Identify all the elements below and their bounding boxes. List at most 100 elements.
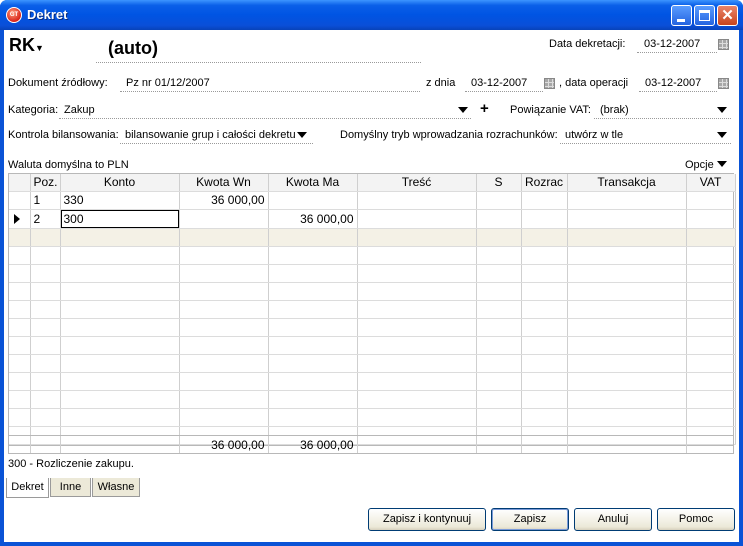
vat-cell[interactable] bbox=[686, 209, 736, 229]
tab-dekret[interactable]: Dekret bbox=[6, 478, 49, 498]
operation-date-line bbox=[639, 91, 717, 92]
total-ma: 36 000,00 bbox=[268, 436, 358, 453]
column-header[interactable]: S bbox=[476, 174, 522, 192]
poz-cell[interactable]: 1 bbox=[30, 191, 61, 210]
vat-select[interactable]: (brak) bbox=[600, 104, 629, 116]
date-field[interactable]: 03-12-2007 bbox=[644, 38, 700, 50]
title-bar[interactable]: GT Dekret ✕ bbox=[0, 0, 743, 30]
close-button[interactable]: ✕ bbox=[717, 5, 738, 26]
help-button[interactable]: Pomoc bbox=[657, 508, 735, 531]
balance-label: Kontrola bilansowania: bbox=[8, 129, 119, 141]
options-menu[interactable]: Opcje bbox=[685, 159, 727, 171]
table-row[interactable] bbox=[9, 408, 736, 427]
table-row[interactable] bbox=[9, 336, 736, 355]
tab-wlasne[interactable]: Własne bbox=[92, 478, 140, 497]
ma-cell[interactable]: 36 000,00 bbox=[268, 209, 358, 229]
rozrac-cell[interactable] bbox=[521, 209, 568, 229]
operation-date-label: , data operacji bbox=[559, 77, 629, 89]
table-row[interactable]: 1 330 36 000,00 bbox=[9, 191, 736, 210]
close-icon: ✕ bbox=[721, 7, 734, 24]
source-doc-line bbox=[120, 91, 420, 92]
document-number: (auto) bbox=[108, 38, 158, 58]
tresc-cell[interactable] bbox=[357, 209, 477, 229]
table-row[interactable] bbox=[9, 228, 736, 247]
calendar-icon[interactable] bbox=[718, 39, 729, 50]
status-text: 300 - Rozliczenie zakupu. bbox=[8, 458, 134, 470]
source-doc-label: Dokument źródłowy: bbox=[8, 77, 108, 89]
ma-cell[interactable] bbox=[268, 191, 358, 210]
from-date-label: z dnia bbox=[426, 77, 456, 89]
chevron-down-icon[interactable] bbox=[717, 132, 727, 138]
konto-cell[interactable]: 330 bbox=[60, 191, 180, 210]
journal-selector[interactable]: RK▼ bbox=[9, 35, 44, 56]
cancel-button[interactable]: Anuluj bbox=[574, 508, 652, 531]
table-row[interactable] bbox=[9, 354, 736, 373]
minimize-button[interactable] bbox=[671, 5, 692, 26]
source-doc-field[interactable]: Pz nr 01/12/2007 bbox=[126, 77, 210, 89]
transakcja-cell[interactable] bbox=[567, 191, 687, 210]
save-continue-button[interactable]: Zapisz i kontynuuj bbox=[368, 508, 486, 531]
tresc-cell[interactable] bbox=[357, 191, 477, 210]
journal-code: RK bbox=[9, 35, 35, 55]
konto-editor[interactable]: 300 bbox=[60, 209, 178, 227]
vat-cell[interactable] bbox=[686, 191, 736, 210]
column-header[interactable]: VAT bbox=[686, 174, 736, 192]
operation-date-field[interactable]: 03-12-2007 bbox=[645, 77, 701, 89]
wn-cell[interactable] bbox=[179, 209, 269, 229]
column-header[interactable]: Kwota Wn bbox=[179, 174, 269, 192]
wn-cell[interactable]: 36 000,00 bbox=[179, 191, 269, 210]
s-cell[interactable] bbox=[476, 209, 522, 229]
settle-mode-select[interactable]: utwórz w tle bbox=[565, 129, 623, 141]
calendar-icon[interactable] bbox=[544, 78, 555, 89]
calendar-icon[interactable] bbox=[718, 78, 729, 89]
row-indicator bbox=[9, 191, 31, 210]
column-header[interactable]: Kwota Ma bbox=[268, 174, 358, 192]
balance-line bbox=[120, 143, 313, 144]
column-header[interactable]: Konto bbox=[60, 174, 180, 192]
options-label: Opcje bbox=[685, 159, 714, 171]
chevron-down-icon: ▼ bbox=[35, 43, 44, 53]
table-row[interactable] bbox=[9, 246, 736, 265]
save-button[interactable]: Zapisz bbox=[491, 508, 569, 531]
category-line bbox=[59, 118, 471, 119]
s-cell[interactable] bbox=[476, 191, 522, 210]
category-select[interactable]: Zakup bbox=[64, 104, 95, 116]
balance-select[interactable]: bilansowanie grup i całości dekretu bbox=[125, 129, 296, 141]
tab-inne[interactable]: Inne bbox=[50, 478, 91, 497]
table-row[interactable] bbox=[9, 390, 736, 409]
indicator-header bbox=[9, 174, 31, 192]
table-row[interactable] bbox=[9, 318, 736, 337]
chevron-down-icon[interactable] bbox=[717, 107, 727, 113]
total-wn: 36 000,00 bbox=[179, 436, 269, 453]
from-date-line bbox=[465, 91, 543, 92]
maximize-icon bbox=[699, 10, 710, 21]
column-header[interactable]: Rozrac bbox=[521, 174, 568, 192]
currency-link[interactable]: Waluta domyślna to PLN bbox=[8, 159, 129, 171]
column-header[interactable]: Transakcja bbox=[567, 174, 687, 192]
settle-mode-line bbox=[560, 143, 731, 144]
chevron-down-icon[interactable] bbox=[297, 132, 307, 138]
table-row[interactable] bbox=[9, 282, 736, 301]
rozrac-cell[interactable] bbox=[521, 191, 568, 210]
column-header[interactable]: Treść bbox=[357, 174, 477, 192]
transakcja-cell[interactable] bbox=[567, 209, 687, 229]
current-row-icon bbox=[14, 213, 20, 224]
dialog-body: RK▼ (auto) Data dekretacji: 03-12-2007 D… bbox=[4, 30, 739, 542]
table-row[interactable] bbox=[9, 372, 736, 391]
settle-mode-label: Domyślny tryb wprowadzania rozrachunków: bbox=[340, 129, 558, 141]
maximize-button[interactable] bbox=[694, 5, 715, 26]
app-logo-icon: GT bbox=[6, 7, 22, 23]
table-row[interactable] bbox=[9, 264, 736, 283]
add-category-button[interactable]: + bbox=[480, 100, 489, 117]
from-date-field[interactable]: 03-12-2007 bbox=[471, 77, 527, 89]
table-row[interactable] bbox=[9, 300, 736, 319]
dialog-window: GT Dekret ✕ RK▼ (auto) Data dekretacji: … bbox=[0, 0, 743, 546]
poz-cell[interactable]: 2 bbox=[30, 209, 61, 229]
column-header[interactable]: Poz. bbox=[30, 174, 61, 192]
konto-cell[interactable]: 300 bbox=[60, 209, 180, 229]
chevron-down-icon[interactable] bbox=[458, 107, 468, 113]
entries-grid[interactable]: Poz. Konto Kwota Wn Kwota Ma Treść S Roz… bbox=[8, 173, 736, 446]
document-number-line bbox=[96, 62, 421, 63]
totals-row: 36 000,00 36 000,00 bbox=[8, 435, 734, 454]
table-row[interactable]: 2 300 36 000,00 bbox=[9, 209, 736, 229]
